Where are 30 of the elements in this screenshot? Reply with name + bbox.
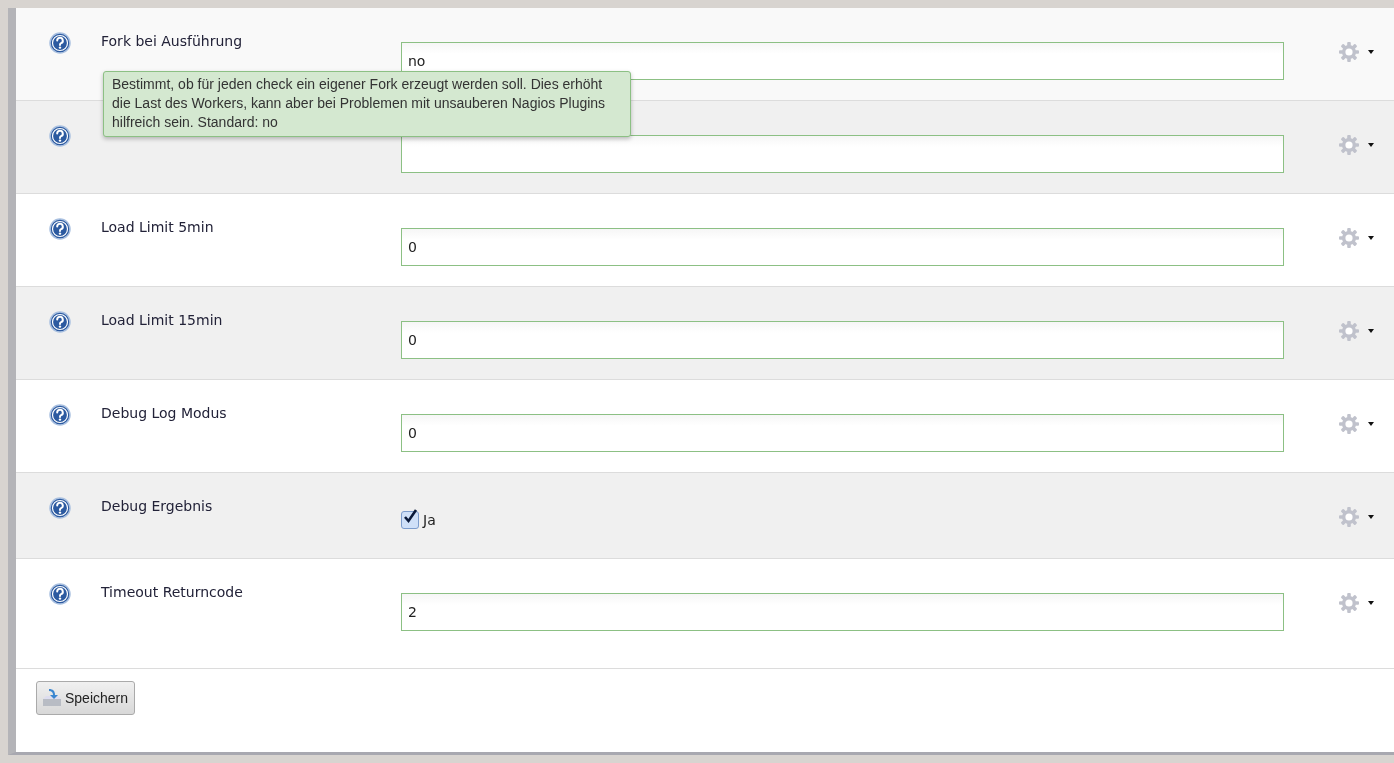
caret-icon[interactable] xyxy=(1368,329,1374,333)
input-field[interactable]: 0 xyxy=(401,321,1284,359)
caret-icon[interactable] xyxy=(1368,236,1374,240)
input-field[interactable]: 0 xyxy=(401,228,1284,266)
help-icon[interactable] xyxy=(49,583,71,605)
save-button[interactable]: Speichern xyxy=(36,681,136,715)
setting-label: Debug Log Modus xyxy=(101,405,228,421)
setting-label: Timeout Returncode xyxy=(101,584,244,600)
caret-icon[interactable] xyxy=(1368,601,1374,605)
caret-icon[interactable] xyxy=(1368,143,1374,147)
setting-label: Load Limit 5min xyxy=(101,219,215,235)
help-icon[interactable] xyxy=(49,218,71,240)
input-field[interactable]: 2 xyxy=(401,593,1284,631)
help-icon[interactable] xyxy=(49,497,71,519)
input-field[interactable] xyxy=(401,135,1284,173)
caret-icon[interactable] xyxy=(1368,515,1374,519)
help-icon[interactable] xyxy=(49,32,71,54)
setting-label: Load Limit 15min xyxy=(101,312,224,328)
tooltip: Bestimmt, ob für jeden check ein eigener Fork erzeugt werden soll. Dies erhöht die Last des Workers, kann aber bei Problemen mit unsauberen Nagios Plugins hilfreich sein. Standard: no xyxy=(103,71,631,137)
caret-icon[interactable] xyxy=(1368,50,1374,54)
checkbox-label: Ja xyxy=(423,512,436,528)
caret-icon[interactable] xyxy=(1368,422,1374,426)
help-icon[interactable] xyxy=(49,311,71,333)
setting-label: Debug Ergebnis xyxy=(101,498,214,514)
input-field[interactable]: 0 xyxy=(401,414,1284,452)
tray-icon xyxy=(41,687,63,709)
help-icon[interactable] xyxy=(49,404,71,426)
help-icon[interactable] xyxy=(49,125,71,147)
checkbox[interactable] xyxy=(401,511,419,529)
setting-label: Fork bei Ausführung xyxy=(101,33,244,49)
